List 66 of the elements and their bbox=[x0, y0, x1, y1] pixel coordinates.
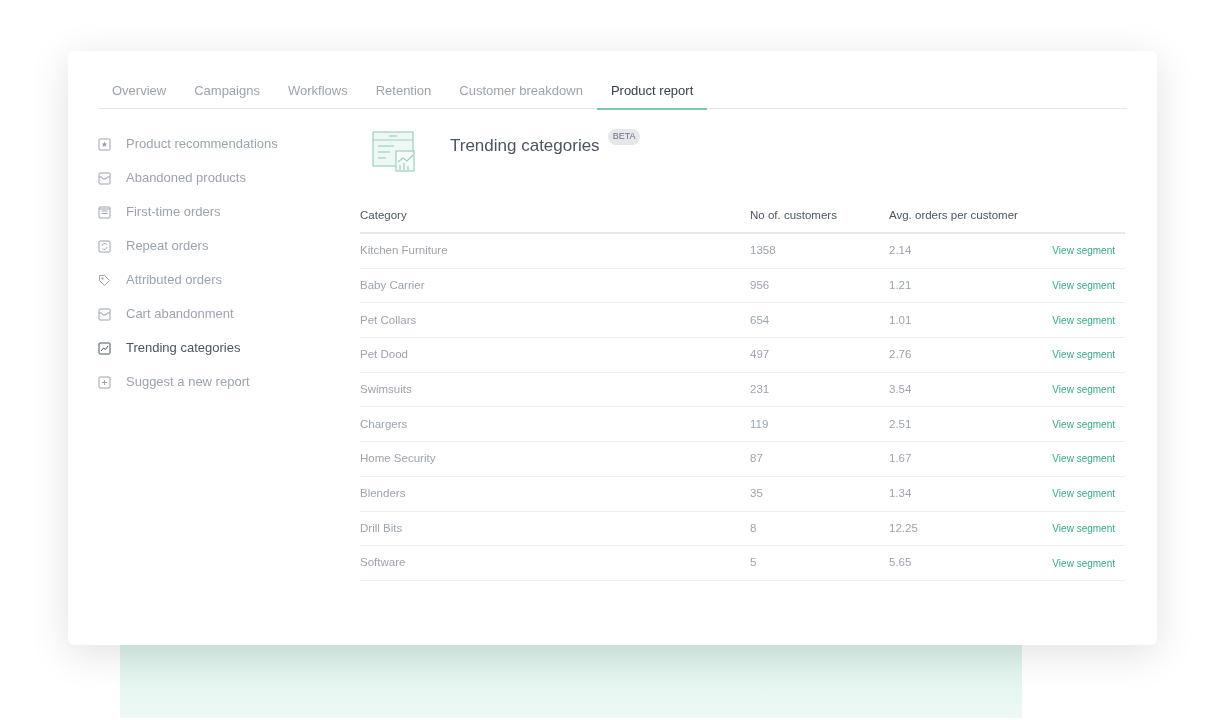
sidebar-item[interactable]: Repeat orders bbox=[126, 236, 209, 256]
tray-icon bbox=[98, 307, 111, 321]
table-cell-text: 87 bbox=[750, 451, 764, 467]
table-cell-text: 12.25 bbox=[889, 520, 919, 536]
sidebar-item[interactable]: Attributed orders bbox=[126, 270, 223, 290]
column-header: No of. customers bbox=[750, 207, 838, 223]
table-cell-text: Chargers bbox=[360, 416, 409, 432]
nav-tab[interactable]: Workflows bbox=[273, 73, 362, 110]
nav-tab[interactable]: Customer breakdown bbox=[445, 73, 597, 110]
view-segment-link[interactable]: View segment bbox=[1052, 312, 1125, 328]
table-cell-text: 231 bbox=[750, 381, 771, 397]
sidebar-item[interactable]: Product recommendations bbox=[126, 134, 278, 154]
plus-icon bbox=[98, 375, 111, 389]
list-icon bbox=[98, 205, 111, 219]
sidebar-item[interactable]: Cart abandonment bbox=[126, 304, 234, 324]
sidebar-item[interactable]: Suggest a new report bbox=[126, 372, 250, 392]
tag-icon bbox=[98, 273, 111, 287]
nav-tab[interactable]: Product report bbox=[596, 73, 708, 110]
tray-icon bbox=[98, 171, 111, 185]
view-segment-link[interactable]: View segment bbox=[1052, 416, 1125, 432]
view-segment-link[interactable]: View segment bbox=[1052, 451, 1125, 467]
nav-tab[interactable]: Retention bbox=[361, 73, 446, 110]
chart-icon bbox=[98, 341, 111, 355]
table-cell-text: 956 bbox=[750, 277, 771, 293]
table-cell-text: 1.21 bbox=[889, 277, 913, 293]
repeat-icon bbox=[98, 239, 111, 253]
view-segment-link[interactable]: View segment bbox=[1052, 382, 1125, 398]
column-header: Avg. orders per customer bbox=[889, 207, 1019, 223]
table-cell-text: 497 bbox=[750, 347, 771, 363]
table-cell-text: Pet Dood bbox=[360, 347, 409, 363]
table-cell-text: 1358 bbox=[750, 243, 777, 259]
view-segment-link[interactable]: View segment bbox=[1052, 278, 1125, 294]
table-cell-text: 35 bbox=[750, 486, 764, 502]
table-cell-text: 2.14 bbox=[889, 243, 913, 259]
table-cell-text: 2.76 bbox=[889, 347, 913, 363]
view-segment-link[interactable]: View segment bbox=[1052, 347, 1125, 363]
table-cell-text: Kitchen Furniture bbox=[360, 243, 449, 259]
nav-tab[interactable]: Campaigns bbox=[180, 73, 274, 110]
beta-badge: BETA bbox=[607, 129, 641, 145]
nav-tab[interactable]: Overview bbox=[98, 73, 181, 110]
table-cell-text: 654 bbox=[750, 312, 771, 328]
column-header: Category bbox=[360, 207, 408, 223]
table-cell-text: 5 bbox=[750, 555, 758, 571]
sidebar-item[interactable]: Trending categories bbox=[126, 338, 241, 358]
table-cell-text: 8 bbox=[750, 520, 758, 536]
table-cell-text: Home Security bbox=[360, 451, 437, 467]
table-cell-text: 5.65 bbox=[889, 555, 913, 571]
view-segment-link[interactable]: View segment bbox=[1052, 555, 1125, 571]
table-cell-text: Drill Bits bbox=[360, 520, 404, 536]
sidebar-item[interactable]: Abandoned products bbox=[126, 168, 246, 188]
view-segment-link[interactable]: View segment bbox=[1052, 486, 1125, 502]
table-cell-text: 1.01 bbox=[889, 312, 913, 328]
view-segment-link[interactable]: View segment bbox=[1052, 520, 1125, 536]
table-cell-text: 119 bbox=[750, 416, 770, 432]
table-cell-text: 1.34 bbox=[889, 486, 913, 502]
view-segment-link[interactable]: View segment bbox=[1052, 243, 1125, 259]
table-cell-text: Pet Collars bbox=[360, 312, 418, 328]
table-cell-text: Software bbox=[360, 555, 407, 571]
table-cell-text: Baby Carrier bbox=[360, 277, 426, 293]
table-cell-text: 1.67 bbox=[889, 451, 913, 467]
table-cell-text: 2.51 bbox=[889, 416, 913, 432]
report-title: Trending categories bbox=[450, 135, 600, 157]
table-cell-text: Blenders bbox=[360, 486, 407, 502]
table-cell-text: Swimsuits bbox=[360, 381, 413, 397]
table-cell-text: 3.54 bbox=[889, 381, 913, 397]
sidebar-item[interactable]: First-time orders bbox=[126, 202, 221, 222]
